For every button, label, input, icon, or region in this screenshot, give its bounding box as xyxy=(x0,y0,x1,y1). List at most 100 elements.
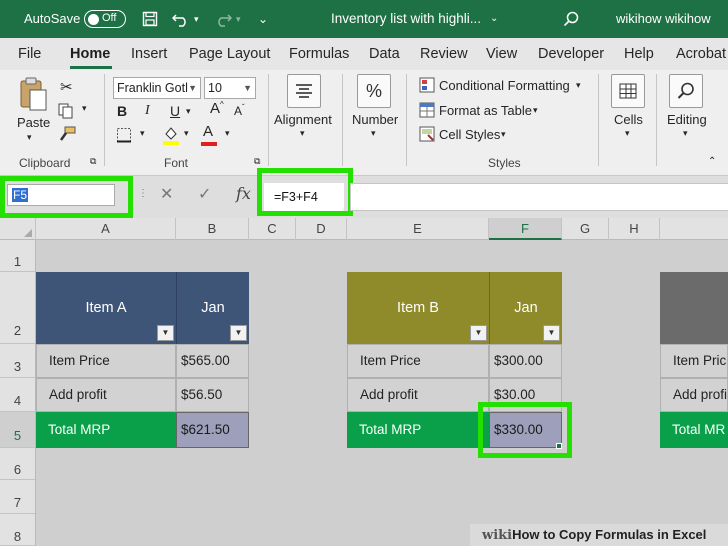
column-header-c[interactable]: C xyxy=(249,218,296,240)
font-launcher-icon[interactable]: ⧉ xyxy=(254,156,260,167)
column-header-h[interactable]: H xyxy=(609,218,660,240)
table-a-total-mrp-label[interactable]: Total MRP xyxy=(36,412,176,448)
borders-icon[interactable] xyxy=(116,127,132,146)
tab-formulas[interactable]: Formulas xyxy=(289,38,349,70)
table-b-item-price-value[interactable]: $300.00 xyxy=(489,344,562,378)
redo-dropdown-icon[interactable]: ▾ xyxy=(236,0,241,38)
cancel-icon[interactable]: ✕ xyxy=(160,184,173,204)
cell-styles-button[interactable]: Cell Styles xyxy=(439,127,500,142)
copy-dropdown-icon[interactable]: ▾ xyxy=(82,103,87,114)
tab-view[interactable]: View xyxy=(486,38,517,70)
fill-handle[interactable] xyxy=(556,443,562,449)
conditional-formatting-icon[interactable] xyxy=(419,77,435,96)
row-header-2[interactable]: 2 xyxy=(0,272,35,344)
borders-dropdown-icon[interactable]: ▾ xyxy=(140,128,145,139)
font-name-combo[interactable]: Franklin Gotl ▼ xyxy=(113,77,201,99)
table-a-total-mrp-value[interactable]: $621.50 xyxy=(176,412,249,448)
paste-dropdown-icon[interactable]: ▾ xyxy=(27,132,32,143)
fill-color-dropdown-icon[interactable]: ▾ xyxy=(184,128,189,139)
tab-file[interactable]: File xyxy=(18,38,41,70)
filter-dropdown-icon[interactable]: ▼ xyxy=(230,325,247,341)
editing-label[interactable]: Editing xyxy=(667,112,707,127)
alignment-dropdown-icon[interactable]: ▾ xyxy=(300,128,305,139)
filter-dropdown-icon[interactable]: ▼ xyxy=(470,325,487,341)
format-as-table-icon[interactable] xyxy=(419,102,435,121)
table-b-total-mrp-label[interactable]: Total MRP xyxy=(347,412,489,448)
alignment-label[interactable]: Alignment xyxy=(274,112,332,127)
enter-icon[interactable]: ✓ xyxy=(198,184,211,204)
filter-dropdown-icon[interactable]: ▼ xyxy=(543,325,560,341)
underline-dropdown-icon[interactable]: ▾ xyxy=(186,106,191,117)
row-header-7[interactable]: 7 xyxy=(0,480,35,514)
conditional-formatting-button[interactable]: Conditional Formatting xyxy=(439,78,570,93)
row-header-1[interactable]: 1 xyxy=(0,240,35,272)
autosave-toggle[interactable]: Off xyxy=(84,10,126,28)
column-header-e[interactable]: E xyxy=(347,218,489,240)
table-c-add-profit-label[interactable]: Add profi xyxy=(660,378,728,412)
collapse-ribbon-icon[interactable]: ⌃ xyxy=(708,156,716,167)
cell-styles-icon[interactable] xyxy=(419,126,435,145)
font-shrink-icon[interactable]: Aˇ xyxy=(234,103,245,118)
column-header-g[interactable]: G xyxy=(562,218,609,240)
row-header-3[interactable]: 3 xyxy=(0,344,35,378)
format-as-table-button[interactable]: Format as Table xyxy=(439,103,532,118)
document-title[interactable]: Inventory list with highli... xyxy=(331,0,481,38)
formula-field[interactable] xyxy=(350,183,728,211)
copy-icon[interactable] xyxy=(58,103,74,122)
bold-button[interactable]: B xyxy=(117,103,127,119)
cells-dropdown-icon[interactable]: ▾ xyxy=(625,128,630,139)
undo-icon[interactable] xyxy=(171,0,190,38)
font-grow-icon[interactable]: A^ xyxy=(210,100,224,117)
table-c-total-mrp-label[interactable]: Total MR xyxy=(660,412,728,448)
tab-help[interactable]: Help xyxy=(624,38,654,70)
cut-icon[interactable]: ✂ xyxy=(60,78,73,96)
title-dropdown-icon[interactable]: ⌄ xyxy=(490,0,498,38)
row-header-6[interactable]: 6 xyxy=(0,448,35,480)
number-label[interactable]: Number xyxy=(352,112,398,127)
table-b-add-profit-label[interactable]: Add profit xyxy=(347,378,489,412)
tab-review[interactable]: Review xyxy=(420,38,468,70)
search-icon[interactable] xyxy=(563,0,579,38)
table-b-header-item[interactable]: Item B xyxy=(347,272,489,344)
fill-color-icon[interactable] xyxy=(162,125,180,148)
redo-icon[interactable] xyxy=(214,0,233,38)
format-as-table-dropdown-icon[interactable]: ▾ xyxy=(533,105,538,116)
undo-dropdown-icon[interactable]: ▾ xyxy=(194,0,199,38)
alignment-icon[interactable] xyxy=(287,74,321,108)
save-icon[interactable] xyxy=(142,0,158,38)
table-a-add-profit-label[interactable]: Add profit xyxy=(36,378,176,412)
row-header-8[interactable]: 8 xyxy=(0,514,35,546)
clipboard-launcher-icon[interactable]: ⧉ xyxy=(90,156,96,167)
table-c-header[interactable] xyxy=(660,272,728,344)
column-header-b[interactable]: B xyxy=(176,218,249,240)
number-dropdown-icon[interactable]: ▾ xyxy=(371,128,376,139)
table-a-header-item[interactable]: Item A xyxy=(36,272,176,344)
cell-styles-dropdown-icon[interactable]: ▾ xyxy=(501,129,506,140)
number-format-icon[interactable]: % xyxy=(357,74,391,108)
column-header-f[interactable]: F xyxy=(489,218,562,240)
row-header-4[interactable]: 4 xyxy=(0,378,35,412)
editing-icon[interactable] xyxy=(669,74,703,108)
customize-toolbar-icon[interactable]: ⌄ xyxy=(258,0,268,38)
underline-button[interactable]: U xyxy=(170,103,180,119)
table-a-add-profit-value[interactable]: $56.50 xyxy=(176,378,249,412)
conditional-formatting-dropdown-icon[interactable]: ▾ xyxy=(576,80,581,91)
table-a-item-price-value[interactable]: $565.00 xyxy=(176,344,249,378)
table-c-item-price-label[interactable]: Item Pric xyxy=(660,344,728,378)
tab-acrobat[interactable]: Acrobat xyxy=(676,38,726,70)
select-all-button[interactable] xyxy=(0,218,36,240)
paste-label[interactable]: Paste xyxy=(17,115,50,130)
row-header-5[interactable]: 5 xyxy=(0,412,35,448)
cells-icon[interactable] xyxy=(611,74,645,108)
filter-dropdown-icon[interactable]: ▼ xyxy=(157,325,174,341)
format-painter-icon[interactable] xyxy=(58,126,76,145)
worksheet-grid[interactable]: Item A ▼ Jan ▼ Item Price $565.00 Add pr… xyxy=(36,240,728,546)
table-a-item-price-label[interactable]: Item Price xyxy=(36,344,176,378)
column-header-a[interactable]: A xyxy=(36,218,176,240)
user-name[interactable]: wikihow wikihow xyxy=(616,0,711,38)
cells-label[interactable]: Cells xyxy=(614,112,643,127)
tab-page-layout[interactable]: Page Layout xyxy=(189,38,270,70)
tab-developer[interactable]: Developer xyxy=(538,38,604,70)
font-color-dropdown-icon[interactable]: ▾ xyxy=(225,128,230,139)
italic-button[interactable]: I xyxy=(145,103,150,119)
